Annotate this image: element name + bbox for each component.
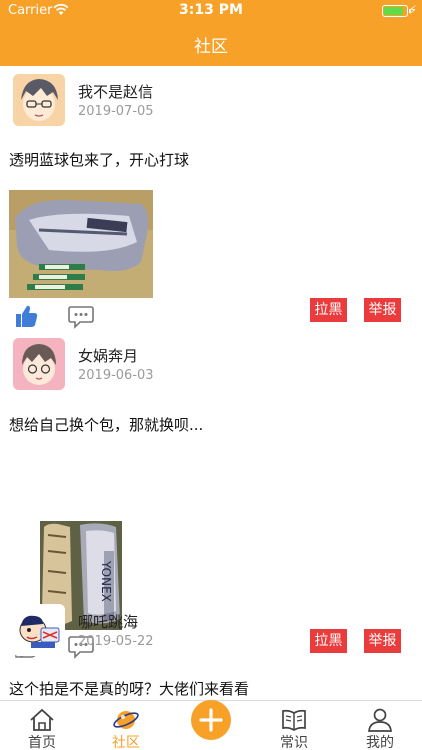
status-bar: Carrier 3:13 PM ⚡ — [0, 0, 422, 22]
tab-community-label: 社区 — [112, 735, 140, 750]
tab-community[interactable]: 社区 — [84, 701, 168, 750]
post-text: 这个拍是不是真的呀？大佬们来看看 — [9, 680, 250, 698]
post-username[interactable]: 我不是赵信 — [78, 81, 153, 102]
report-button[interactable]: 举报 — [364, 298, 401, 322]
tab-mine[interactable]: 我的 — [338, 701, 422, 750]
post-item: 哪吒跳海 2019-05-22 这个拍是不是真的呀？大佬们来看看 — [0, 598, 422, 700]
avatar[interactable] — [13, 338, 65, 390]
post-username[interactable]: 女娲奔月 — [78, 345, 138, 366]
post-photo[interactable] — [9, 190, 153, 298]
comment-icon[interactable] — [68, 303, 94, 329]
planet-icon — [113, 711, 139, 729]
post-date: 2019-06-03 — [78, 368, 154, 383]
post-date: 2019-05-22 — [78, 634, 154, 649]
home-icon — [30, 708, 54, 731]
tab-tips-label: 常识 — [280, 735, 308, 750]
tab-mine-label: 我的 — [366, 735, 394, 750]
post-item: 我不是赵信 2019-07-05 透明蓝球包来了，开心打球 拉黑 举报 — [0, 66, 422, 332]
plus-icon — [199, 708, 223, 732]
avatar[interactable] — [13, 74, 65, 126]
post-username[interactable]: 哪吒跳海 — [78, 611, 138, 632]
post-new-button[interactable] — [191, 700, 231, 740]
person-icon — [368, 708, 392, 732]
post-date: 2019-07-05 — [78, 104, 154, 119]
page-title: 社区 — [194, 37, 228, 57]
tab-home[interactable]: 首页 — [0, 701, 84, 750]
post-text: 想给自己换个包，那就换呗... — [9, 416, 204, 434]
charging-icon: ⚡ — [408, 3, 417, 17]
book-icon — [282, 709, 306, 731]
battery-icon — [382, 5, 411, 17]
tab-home-label: 首页 — [28, 735, 56, 750]
top-bar: Carrier 3:13 PM ⚡ 社区 — [0, 0, 422, 66]
post-text: 透明蓝球包来了，开心打球 — [9, 151, 190, 169]
status-time: 3:13 PM — [179, 2, 243, 18]
like-icon[interactable] — [13, 303, 39, 329]
avatar[interactable] — [13, 604, 65, 656]
tab-tips[interactable]: 常识 — [252, 701, 336, 750]
post-item: 女娲奔月 2019-06-03 想给自己换个包，那就换呗... YONEX 拉黑… — [0, 332, 422, 659]
block-button[interactable]: 拉黑 — [310, 298, 347, 322]
community-feed[interactable]: 我不是赵信 2019-07-05 透明蓝球包来了，开心打球 拉黑 举报 女娲奔月… — [0, 66, 422, 700]
